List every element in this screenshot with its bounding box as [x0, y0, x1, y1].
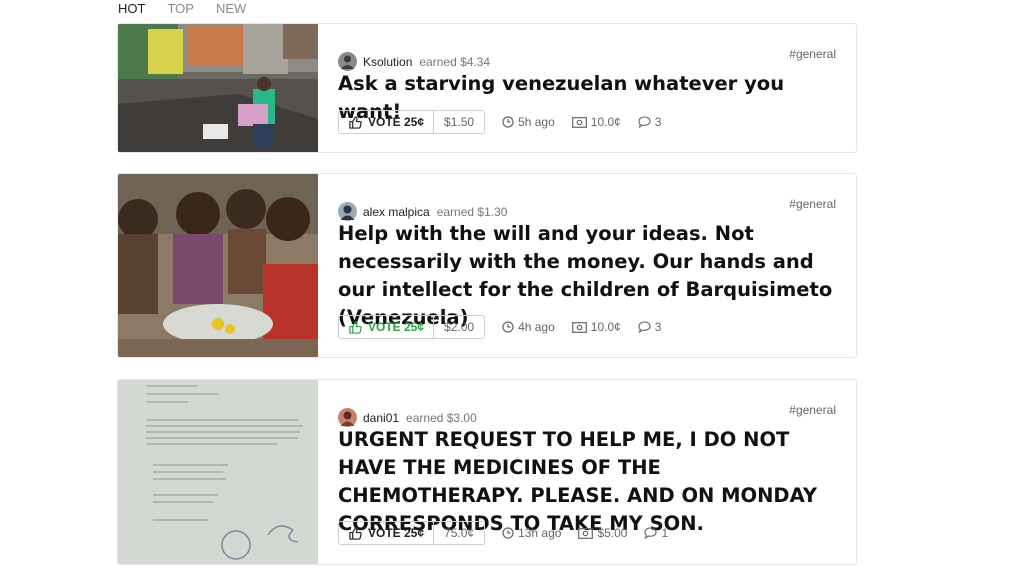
- earned-amount: earned $1.30: [436, 204, 508, 219]
- reward-text: 10.0¢: [590, 320, 621, 334]
- author-name[interactable]: dani01: [363, 411, 399, 425]
- avatar[interactable]: [338, 202, 357, 221]
- sort-tabs: HOT TOP NEW: [118, 1, 268, 17]
- post-comments[interactable]: 3: [638, 115, 662, 129]
- post-time: 13h ago: [502, 526, 561, 540]
- post-time: 4h ago: [502, 320, 555, 334]
- comment-icon: [638, 321, 651, 333]
- comment-icon: [638, 116, 651, 128]
- post-body: alex malpica earned $1.30 #general Help …: [338, 174, 836, 357]
- post-card[interactable]: Ksolution earned $4.34 #general Ask a st…: [117, 23, 857, 153]
- vote-label: VOTE 25¢: [368, 115, 425, 129]
- post-actions: VOTE 25¢ $2.00 4h ago 10.0¢ 3: [338, 315, 661, 339]
- comment-count: 3: [654, 320, 662, 334]
- clock-icon: [502, 116, 514, 128]
- comment-count: 1: [661, 526, 669, 540]
- author-name[interactable]: Ksolution: [363, 55, 412, 69]
- tab-top[interactable]: TOP: [167, 1, 194, 17]
- post-meta: Ksolution earned $4.34: [338, 52, 490, 71]
- time-text: 5h ago: [518, 115, 555, 129]
- vote-button[interactable]: VOTE 25¢: [339, 316, 435, 338]
- post-actions: VOTE 25¢ $1.50 5h ago 10.0¢ 3: [338, 110, 661, 134]
- vote-label: VOTE 25¢: [368, 320, 425, 334]
- vote-widget: VOTE 25¢ $1.50: [338, 110, 486, 134]
- earned-amount: earned $4.34: [419, 54, 491, 69]
- post-comments[interactable]: 1: [644, 526, 668, 540]
- reward-text: 10.0¢: [590, 115, 621, 129]
- tab-new[interactable]: NEW: [216, 1, 246, 17]
- post-body: Ksolution earned $4.34 #general Ask a st…: [338, 24, 836, 152]
- post-reward: 10.0¢: [571, 115, 621, 129]
- author-name[interactable]: alex malpica: [363, 205, 430, 219]
- post-reward: 10.0¢: [571, 320, 621, 334]
- avatar[interactable]: [338, 52, 357, 71]
- thumbs-up-icon: [349, 320, 362, 334]
- post-actions: VOTE 25¢ 75.0¢ 13h ago $5.00 1: [338, 521, 668, 545]
- comment-count: 3: [654, 115, 662, 129]
- category-tag[interactable]: #general: [789, 197, 836, 211]
- vote-amount: 75.0¢: [444, 526, 475, 540]
- comment-icon: [644, 527, 658, 539]
- money-icon: [571, 321, 587, 333]
- clock-icon: [502, 321, 514, 333]
- post-card[interactable]: alex malpica earned $1.30 #general Help …: [117, 173, 857, 358]
- post-thumbnail[interactable]: [118, 174, 318, 357]
- thumbs-up-icon: [349, 526, 362, 540]
- post-reward: $5.00: [578, 526, 627, 540]
- post-body: dani01 earned $3.00 #general URGENT REQU…: [338, 380, 836, 564]
- time-text: 13h ago: [518, 526, 562, 540]
- post-thumbnail[interactable]: [118, 24, 318, 152]
- post-thumbnail[interactable]: [118, 380, 318, 564]
- money-icon: [578, 527, 594, 539]
- post-meta: dani01 earned $3.00: [338, 408, 477, 427]
- money-icon: [571, 116, 587, 128]
- post-comments[interactable]: 3: [638, 320, 662, 334]
- post-time: 5h ago: [502, 115, 555, 129]
- vote-label: VOTE 25¢: [368, 526, 425, 540]
- reward-text: $5.00: [597, 526, 628, 540]
- thumbs-up-icon: [349, 115, 362, 129]
- vote-amount: $2.00: [444, 320, 475, 334]
- post-card[interactable]: dani01 earned $3.00 #general URGENT REQU…: [117, 379, 857, 565]
- time-text: 4h ago: [518, 320, 555, 334]
- earned-amount: earned $3.00: [406, 410, 477, 425]
- avatar[interactable]: [338, 408, 357, 427]
- vote-amount: $1.50: [444, 115, 475, 129]
- vote-button[interactable]: VOTE 25¢: [339, 111, 435, 133]
- vote-button[interactable]: VOTE 25¢: [339, 522, 435, 544]
- category-tag[interactable]: #general: [789, 403, 836, 417]
- post-meta: alex malpica earned $1.30: [338, 202, 507, 221]
- category-tag[interactable]: #general: [789, 47, 836, 61]
- vote-widget: VOTE 25¢ $2.00: [338, 315, 486, 339]
- clock-icon: [502, 527, 514, 539]
- vote-widget: VOTE 25¢ 75.0¢: [338, 521, 486, 545]
- tab-hot[interactable]: HOT: [118, 1, 145, 17]
